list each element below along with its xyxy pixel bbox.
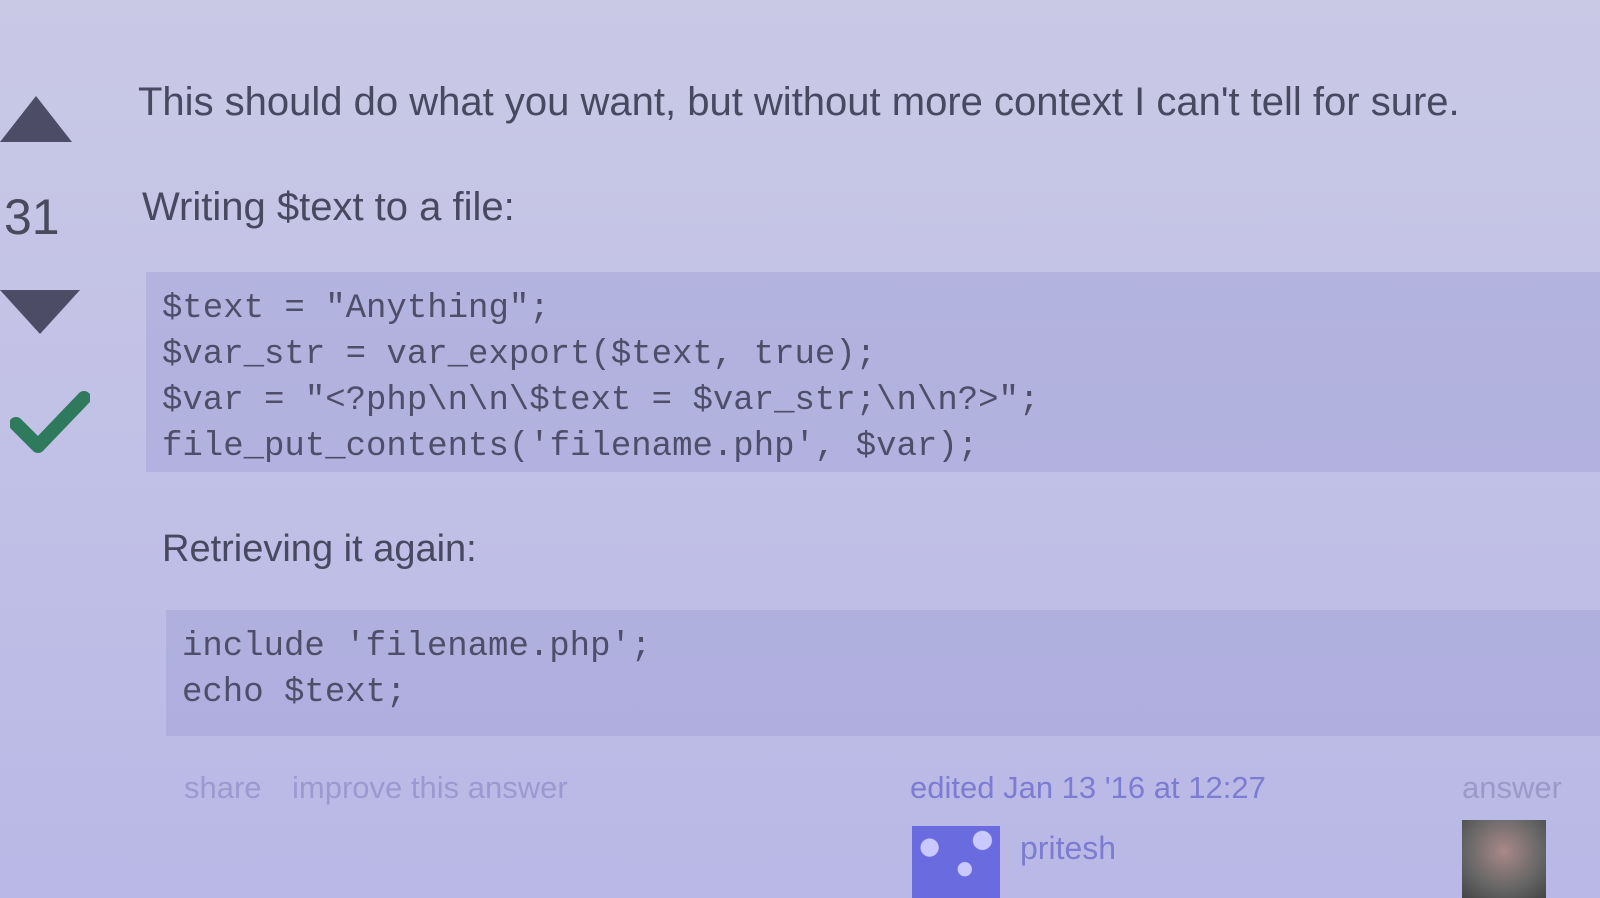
answerer-avatar[interactable] [1462,820,1546,898]
vote-count: 31 [4,189,60,245]
answer-post: 31 This should do what you want, but wit… [0,0,1600,898]
up-arrow-icon[interactable] [0,96,72,142]
code-line: $var_str = var_export($text, true); [162,336,877,374]
write-label: Writing $text to a file: [142,185,515,229]
editor-avatar[interactable] [912,826,1000,898]
code-line: include 'filename.php'; [182,628,652,666]
code-line: $var = "<?php\n\n\$text = $var_str;\n\n?… [162,382,1040,420]
checkmark-icon [10,391,90,453]
improve-answer-link[interactable]: improve this answer [292,770,568,806]
code-block-write: $text = "Anything"; $var_str = var_expor… [146,272,1600,472]
down-arrow-icon[interactable] [0,290,80,334]
answered-label: answer [1462,770,1562,805]
edited-timestamp-link[interactable]: edited Jan 13 '16 at 12:27 [910,770,1266,806]
editor-name-link[interactable]: pritesh [1020,830,1116,867]
code-block-retrieve: include 'filename.php'; echo $text; [166,610,1600,736]
code-line: $text = "Anything"; [162,290,550,328]
answer-intro: This should do what you want, but withou… [138,80,1460,124]
share-link[interactable]: share [184,770,262,806]
code-line: echo $text; [182,674,407,712]
code-line: file_put_contents('filename.php', $var); [162,428,979,466]
retrieve-label: Retrieving it again: [162,528,477,570]
